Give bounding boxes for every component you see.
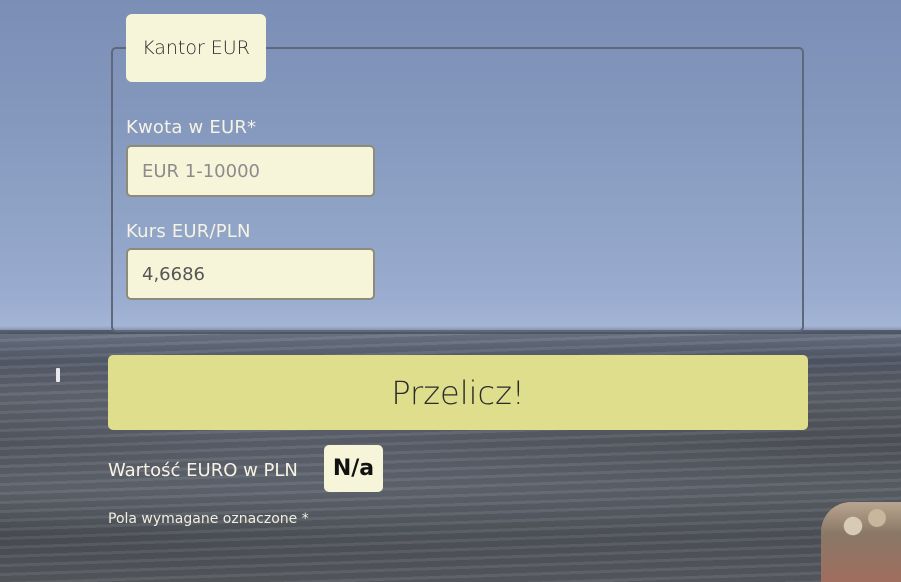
result-value: N/a xyxy=(324,445,383,492)
result-label: Wartość EURO w PLN xyxy=(108,460,298,481)
amount-input[interactable] xyxy=(126,145,375,197)
background-rocks xyxy=(821,502,901,582)
required-fields-note: Pola wymagane oznaczone * xyxy=(108,511,309,527)
rate-input[interactable] xyxy=(126,248,375,300)
rate-label: Kurs EUR/PLN xyxy=(126,221,251,242)
page: Kantor EUR Kwota w EUR* Kurs EUR/PLN Prz… xyxy=(0,0,901,582)
convert-button[interactable]: Przelicz! xyxy=(108,355,808,430)
form-legend: Kantor EUR xyxy=(126,14,266,82)
background-person xyxy=(56,368,60,382)
amount-label: Kwota w EUR* xyxy=(126,117,257,138)
